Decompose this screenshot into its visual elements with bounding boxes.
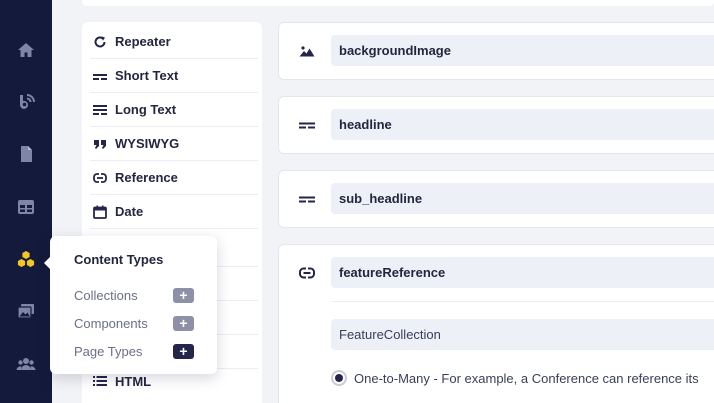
popover-row-label: Page Types (74, 343, 143, 359)
popover-row-label: Components (74, 315, 148, 331)
field-type-short-text[interactable]: Short Text (90, 59, 258, 93)
short-text-icon (298, 190, 316, 208)
top-bar (82, 0, 714, 6)
field-type-label: Repeater (115, 34, 171, 49)
popover-row-components[interactable]: Components + (74, 314, 194, 332)
reference-collection-input[interactable]: FeatureCollection (331, 319, 714, 350)
content-types-popover: Content Types Collections + Components +… (44, 236, 217, 374)
repeat-icon (91, 33, 109, 51)
field-name-input[interactable]: headline (331, 109, 714, 140)
relation-option-one-to-many[interactable]: One-to-Many - For example, a Conference … (331, 370, 699, 386)
sidebar-rail (0, 0, 52, 403)
short-text-icon (91, 67, 109, 85)
popover-row-collections[interactable]: Collections + (74, 286, 194, 304)
long-text-icon (91, 101, 109, 119)
radio-label: One-to-Many - For example, a Conference … (354, 370, 699, 386)
blog-icon[interactable] (14, 90, 38, 114)
radio-button[interactable] (331, 370, 347, 386)
list-icon (91, 372, 109, 390)
content-types-icon[interactable] (14, 247, 38, 271)
table-icon[interactable] (14, 195, 38, 219)
field-name-input[interactable]: featureReference (331, 257, 714, 288)
field-name-input[interactable]: backgroundImage (331, 35, 714, 66)
field-card-feature-reference[interactable]: featureReference FeatureCollection One-t… (278, 244, 714, 403)
field-type-label: Date (115, 204, 144, 219)
field-card-sub-headline[interactable]: sub_headline (278, 170, 714, 228)
field-type-wysiwyg[interactable]: WYSIWYG (90, 127, 258, 161)
field-card-background-image[interactable]: backgroundImage (278, 22, 714, 80)
add-collection-button[interactable]: + (173, 287, 194, 303)
add-page-type-button[interactable]: + (173, 343, 194, 359)
short-text-icon (298, 116, 316, 134)
field-name-input[interactable]: sub_headline (331, 183, 714, 214)
image-icon (298, 42, 316, 60)
field-type-label: WYSIWYG (115, 136, 180, 151)
popover-title: Content Types (74, 252, 164, 267)
users-icon[interactable] (14, 352, 38, 376)
field-type-label: Long Text (115, 102, 177, 117)
home-icon[interactable] (14, 38, 38, 62)
add-component-button[interactable]: + (173, 315, 194, 331)
calendar-icon (91, 203, 109, 221)
field-type-repeater[interactable]: Repeater (90, 25, 258, 59)
media-icon[interactable] (14, 299, 38, 323)
field-type-label: Short Text (115, 68, 179, 83)
field-type-long-text[interactable]: Long Text (90, 93, 258, 127)
field-type-reference[interactable]: Reference (90, 161, 258, 195)
quote-icon (91, 135, 109, 153)
field-type-label: HTML (115, 373, 152, 389)
link-icon (298, 264, 316, 282)
field-card-headline[interactable]: headline (278, 96, 714, 154)
field-type-label: Reference (115, 170, 178, 185)
popover-row-label: Collections (74, 287, 138, 303)
link-icon (91, 169, 109, 187)
document-icon[interactable] (14, 142, 38, 166)
field-type-date[interactable]: Date (90, 195, 258, 229)
divider (331, 301, 714, 302)
popover-row-page-types[interactable]: Page Types + (74, 342, 194, 360)
